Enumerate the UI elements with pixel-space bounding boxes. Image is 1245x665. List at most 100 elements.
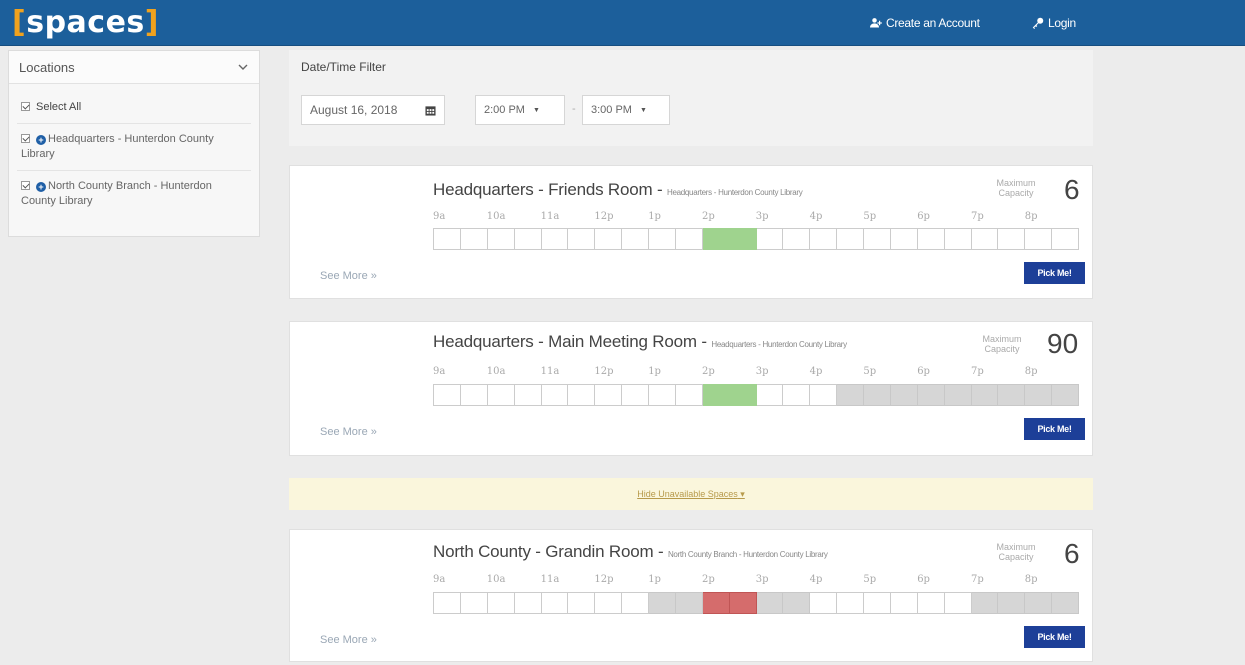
time-slot[interactable] — [568, 592, 596, 614]
time-slot-booked[interactable] — [837, 384, 864, 406]
time-slot-conflict[interactable] — [729, 592, 757, 614]
time-slot[interactable] — [460, 592, 488, 614]
checkbox-checked-icon[interactable] — [21, 102, 30, 111]
plus-circle-icon[interactable]: + — [36, 135, 46, 145]
time-slot[interactable] — [917, 592, 945, 614]
time-slot[interactable] — [890, 592, 918, 614]
time-slot-booked[interactable] — [1025, 592, 1053, 614]
timeline-slots[interactable] — [433, 228, 1079, 250]
time-slot-booked[interactable] — [917, 384, 945, 406]
time-slot[interactable] — [541, 384, 569, 406]
time-slot-booked[interactable] — [1052, 592, 1079, 614]
time-slot[interactable] — [890, 228, 918, 250]
see-more-link[interactable]: See More » — [320, 634, 377, 646]
timeline-slots[interactable] — [433, 384, 1079, 406]
time-slot[interactable] — [837, 592, 864, 614]
time-slot[interactable] — [810, 384, 838, 406]
time-slot[interactable] — [917, 228, 945, 250]
time-slot-booked[interactable] — [675, 592, 703, 614]
time-slot[interactable] — [971, 228, 999, 250]
time-slot[interactable] — [944, 592, 972, 614]
time-slot[interactable] — [944, 228, 972, 250]
time-slot[interactable] — [541, 228, 569, 250]
time-slot[interactable] — [487, 592, 515, 614]
time-slot[interactable] — [514, 228, 542, 250]
end-time-select[interactable]: 3:00 PM ▼ — [582, 95, 670, 125]
location-item-headquarters[interactable]: + Headquarters - Hunterdon County Library — [17, 124, 251, 171]
time-slot-booked[interactable] — [756, 592, 784, 614]
room-title[interactable]: North County - Grandin Room - North Coun… — [433, 542, 828, 562]
time-slot[interactable] — [675, 384, 703, 406]
time-slot-booked[interactable] — [971, 592, 999, 614]
time-slot-booked[interactable] — [944, 384, 972, 406]
time-slot[interactable] — [837, 228, 864, 250]
login-link[interactable]: Login — [1032, 14, 1076, 32]
checkbox-checked-icon[interactable] — [21, 134, 30, 143]
time-slot[interactable] — [595, 228, 623, 250]
time-slot[interactable] — [434, 228, 461, 250]
hide-unavailable-link[interactable]: Hide Unavailable Spaces ▾ — [637, 489, 745, 500]
locations-header[interactable]: Locations — [9, 51, 259, 84]
time-slot-booked[interactable] — [1052, 384, 1079, 406]
time-slot[interactable] — [649, 228, 676, 250]
calendar-icon[interactable] — [425, 105, 436, 116]
time-slot[interactable] — [810, 592, 838, 614]
room-title[interactable]: Headquarters - Friends Room - Headquarte… — [433, 180, 803, 200]
time-slot[interactable] — [1052, 228, 1079, 250]
time-slot-booked[interactable] — [1025, 384, 1053, 406]
time-slot-selected[interactable] — [729, 384, 757, 406]
time-slot[interactable] — [568, 384, 596, 406]
time-slot[interactable] — [434, 592, 461, 614]
date-picker[interactable]: August 16, 2018 — [301, 95, 445, 125]
pick-me-button[interactable]: Pick Me! — [1024, 418, 1085, 440]
time-slot[interactable] — [810, 228, 838, 250]
time-slot[interactable] — [514, 592, 542, 614]
time-slot[interactable] — [864, 228, 891, 250]
time-slot-booked[interactable] — [998, 592, 1026, 614]
time-slot[interactable] — [622, 592, 649, 614]
time-slot-selected[interactable] — [702, 228, 730, 250]
time-slot[interactable] — [864, 592, 891, 614]
time-slot[interactable] — [649, 384, 676, 406]
room-title[interactable]: Headquarters - Main Meeting Room - Headq… — [433, 332, 847, 352]
pick-me-button[interactable]: Pick Me! — [1024, 626, 1085, 648]
time-slot[interactable] — [1025, 228, 1053, 250]
time-slot-booked[interactable] — [783, 592, 811, 614]
see-more-link[interactable]: See More » — [320, 270, 377, 282]
time-slot[interactable] — [622, 384, 649, 406]
time-slot-booked[interactable] — [971, 384, 999, 406]
time-slot[interactable] — [675, 228, 703, 250]
chevron-down-icon[interactable] — [237, 61, 249, 73]
time-slot[interactable] — [756, 384, 784, 406]
time-slot-selected[interactable] — [729, 228, 757, 250]
checkbox-checked-icon[interactable] — [21, 181, 30, 190]
time-slot[interactable] — [998, 228, 1026, 250]
time-slot-booked[interactable] — [864, 384, 891, 406]
time-slot[interactable] — [783, 384, 811, 406]
pick-me-button[interactable]: Pick Me! — [1024, 262, 1085, 284]
time-slot[interactable] — [541, 592, 569, 614]
time-slot[interactable] — [434, 384, 461, 406]
time-slot[interactable] — [756, 228, 784, 250]
time-slot[interactable] — [595, 592, 623, 614]
timeline-slots[interactable] — [433, 592, 1079, 614]
time-slot[interactable] — [487, 384, 515, 406]
time-slot[interactable] — [514, 384, 542, 406]
time-slot[interactable] — [622, 228, 649, 250]
time-slot[interactable] — [460, 228, 488, 250]
start-time-select[interactable]: 2:00 PM ▼ — [475, 95, 565, 125]
spaces-logo[interactable]: [spaces] — [12, 4, 159, 42]
create-account-link[interactable]: Create an Account — [870, 14, 980, 32]
time-slot-booked[interactable] — [890, 384, 918, 406]
plus-circle-icon[interactable]: + — [36, 182, 46, 192]
time-slot-booked[interactable] — [649, 592, 676, 614]
time-slot[interactable] — [568, 228, 596, 250]
time-slot[interactable] — [783, 228, 811, 250]
time-slot-conflict[interactable] — [702, 592, 730, 614]
time-slot-booked[interactable] — [998, 384, 1026, 406]
location-item-north-county[interactable]: + North County Branch - Hunterdon County … — [17, 171, 251, 217]
location-select-all[interactable]: Select All — [17, 92, 251, 124]
see-more-link[interactable]: See More » — [320, 426, 377, 438]
time-slot[interactable] — [595, 384, 623, 406]
time-slot[interactable] — [487, 228, 515, 250]
